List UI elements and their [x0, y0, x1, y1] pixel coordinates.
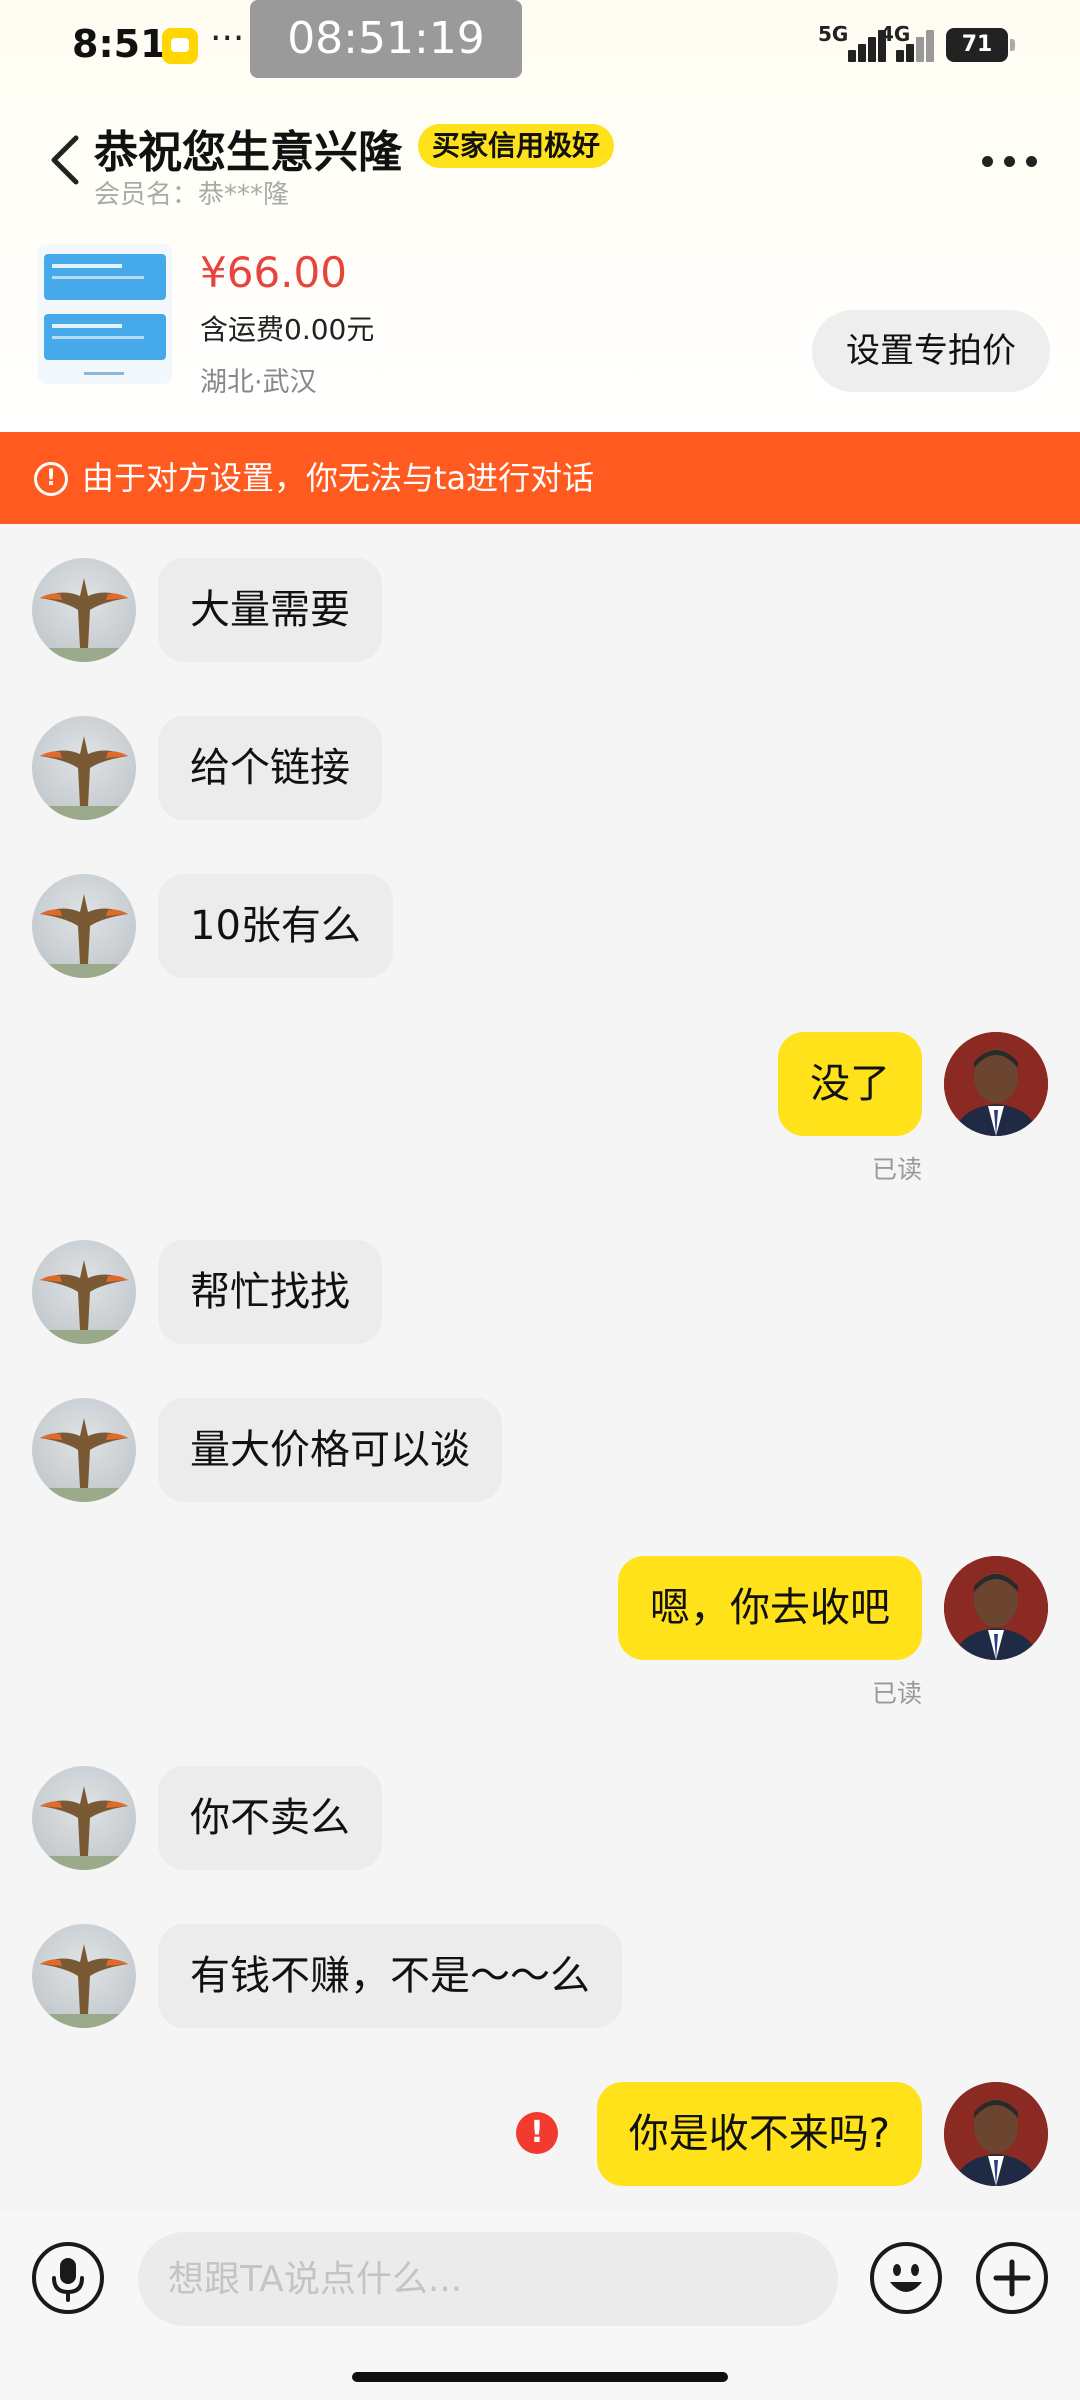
message-bubble[interactable]: 10张有么	[158, 874, 393, 978]
emoji-icon	[890, 2264, 922, 2292]
home-indicator[interactable]	[352, 2372, 728, 2382]
my-avatar[interactable]	[944, 1556, 1048, 1660]
message-bubble[interactable]: 量大价格可以谈	[158, 1398, 502, 1502]
message-bubble[interactable]: 给个链接	[158, 716, 382, 820]
buyer-avatar[interactable]	[32, 558, 136, 662]
more-notifications-indicator: ···	[210, 18, 245, 59]
ticket-image	[44, 254, 166, 300]
my-avatar[interactable]	[944, 1032, 1048, 1136]
message-bubble-sent[interactable]: 嗯，你去收吧	[618, 1556, 922, 1660]
message-bubble-sent[interactable]: 没了	[778, 1032, 922, 1136]
voice-button[interactable]	[32, 2242, 104, 2314]
read-receipt: 已读	[872, 1155, 923, 1184]
ticket-image	[44, 314, 166, 360]
chat-title: 恭祝您生意兴隆	[94, 127, 402, 178]
message-bubble-sent[interactable]: 你是收不来吗?	[596, 2082, 922, 2186]
status-time: 8:51	[72, 22, 167, 66]
shipping-fee: 含运费0.00元	[200, 313, 375, 346]
read-receipt: 已读	[872, 1679, 923, 1708]
warning-icon: !	[34, 462, 68, 496]
member-name: 会员名：恭***隆	[94, 180, 290, 210]
microphone-icon	[52, 2258, 84, 2302]
warning-banner: ! 由于对方设置，你无法与ta进行对话	[0, 432, 1080, 524]
status-bar: 8:51 ··· 08:51:19 5G 4G 71	[0, 0, 1080, 90]
plus-icon	[993, 2259, 1031, 2297]
error-icon[interactable]: !	[516, 2112, 558, 2154]
message-bubble[interactable]: 帮忙找找	[158, 1240, 382, 1344]
buyer-avatar[interactable]	[32, 716, 136, 820]
back-button[interactable]	[44, 130, 90, 190]
my-avatar[interactable]	[944, 2082, 1048, 2186]
product-price: ¥66.00	[200, 248, 347, 297]
battery-icon: 71	[946, 28, 1015, 62]
thumbnail-caption	[84, 372, 124, 375]
seller-location: 湖北·武汉	[200, 367, 317, 398]
back-icon	[51, 135, 79, 185]
buyer-avatar[interactable]	[32, 1766, 136, 1870]
credit-badge: 买家信用极好	[418, 124, 615, 168]
emoji-button[interactable]	[870, 2242, 942, 2314]
buyer-avatar[interactable]	[32, 1398, 136, 1502]
buyer-avatar[interactable]	[32, 874, 136, 978]
buyer-avatar[interactable]	[32, 1240, 136, 1344]
message-bubble[interactable]: 你不卖么	[158, 1766, 382, 1870]
message-bubble[interactable]: 有钱不赚，不是～～么	[158, 1924, 622, 2028]
screen-record-clock: 08:51:19	[250, 0, 522, 78]
more-button[interactable]	[982, 150, 1042, 174]
product-thumbnail[interactable]	[38, 244, 172, 384]
more-actions-button[interactable]	[976, 2242, 1048, 2314]
set-special-price-button[interactable]: 设置专拍价	[812, 310, 1050, 392]
message-bubble[interactable]: 大量需要	[158, 558, 382, 662]
app-notification-icon	[162, 28, 198, 64]
buyer-avatar[interactable]	[32, 1924, 136, 2028]
signal-4g-icon	[876, 28, 934, 62]
warning-text: 由于对方设置，你无法与ta进行对话	[82, 459, 595, 497]
message-input[interactable]	[138, 2232, 838, 2326]
